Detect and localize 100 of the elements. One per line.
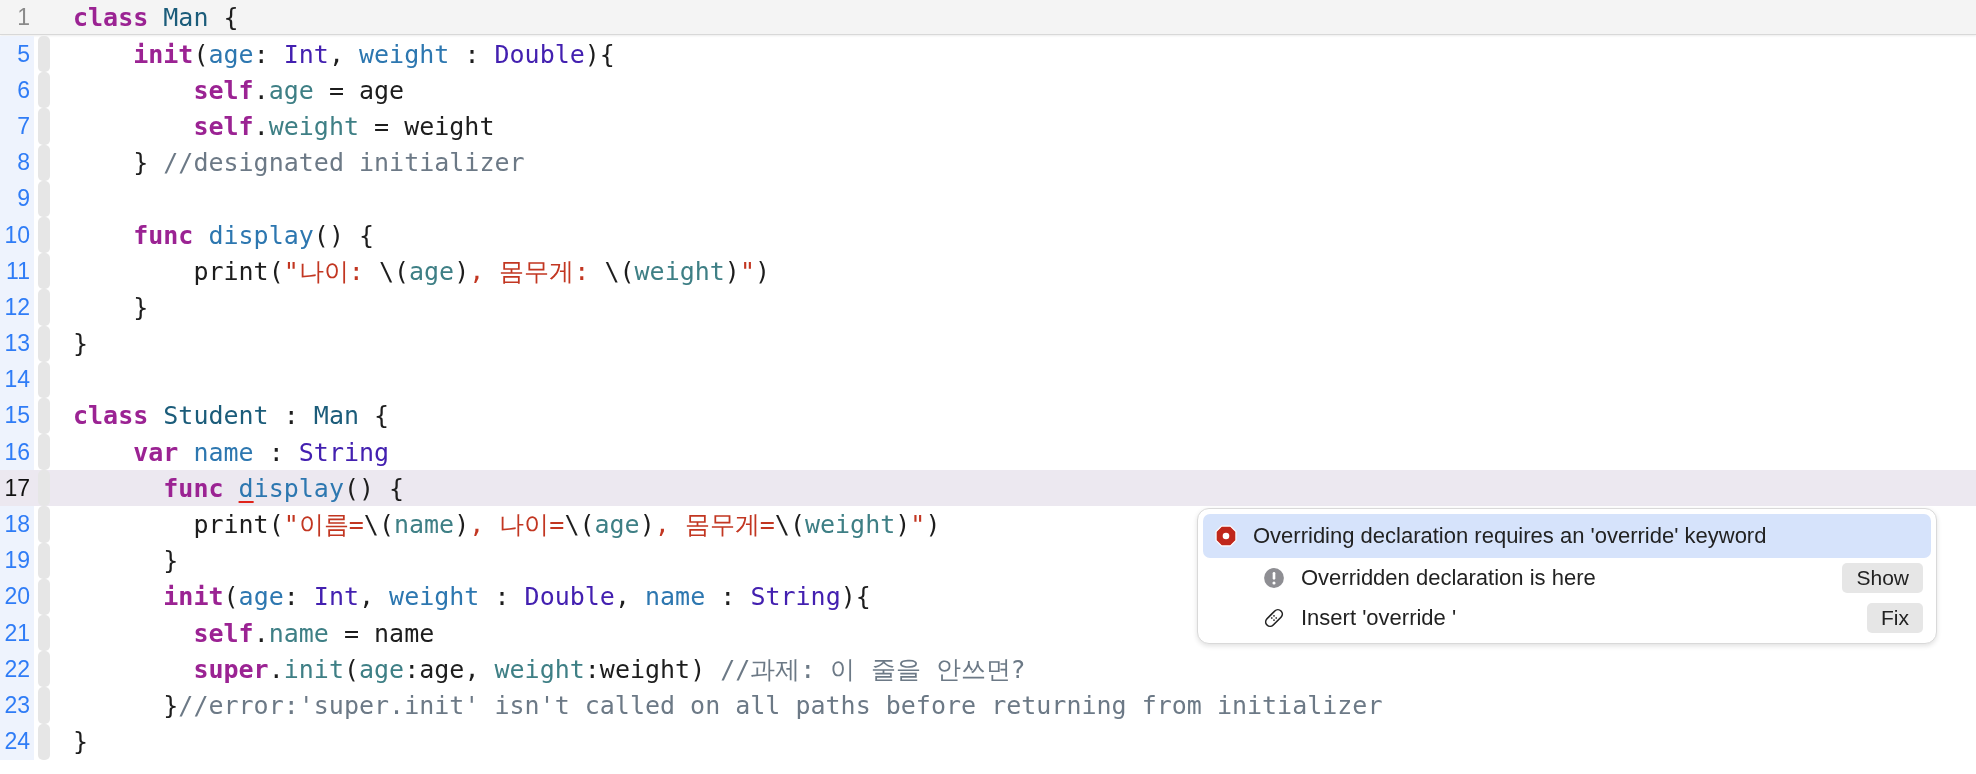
identifier: age [409, 256, 455, 286]
code-text: . [253, 618, 269, 648]
line-number: 13 [0, 325, 34, 362]
line-number: 19 [0, 542, 34, 579]
line-number: 15 [0, 397, 34, 435]
code-text: : [719, 582, 737, 612]
class-name: Man [163, 2, 209, 32]
identifier: isplay [253, 473, 344, 503]
issue-item[interactable]: Overridden declaration is here Show [1203, 558, 1931, 598]
line-number: 14 [0, 361, 34, 398]
keyword: self [192, 618, 254, 648]
type-name: Int [313, 582, 359, 612]
identifier: name [393, 510, 455, 540]
issue-item[interactable]: Insert 'override ' Fix [1203, 598, 1931, 638]
identifier: weight [494, 654, 585, 684]
identifier: init [283, 654, 344, 684]
code-comment: //과제: 이 줄을 안쓰면? [720, 654, 1026, 684]
code-text: } [73, 329, 89, 359]
identifier: name [268, 618, 329, 648]
identifier: weight [359, 39, 450, 69]
fold-ribbon [38, 36, 50, 73]
code-text: ){ [584, 39, 615, 69]
code-text: print( [192, 510, 284, 540]
line-number: 6 [0, 72, 34, 109]
type-name: Double [494, 39, 585, 69]
code-text: } [132, 148, 150, 178]
code-text: ) [925, 510, 941, 540]
fold-ribbon [38, 289, 50, 326]
line-number: 24 [0, 723, 34, 760]
code-text: } [73, 727, 89, 757]
code-text: ) [895, 510, 911, 540]
code-text: ) [454, 256, 470, 286]
fold-ribbon [38, 108, 50, 145]
line-number: 5 [0, 36, 34, 73]
code-text: : [463, 39, 481, 69]
keyword: func [132, 220, 195, 250]
identifier: weight [389, 582, 480, 612]
code-text: \( [564, 510, 595, 540]
line-number: 22 [0, 651, 34, 688]
fold-ribbon [38, 578, 50, 615]
code-text: : [283, 582, 300, 612]
code-comment: //error:'super.init' isn't called on all paths before returning from initializer [178, 690, 1383, 720]
issue-text: Overriding declaration requires an 'override' keyword [1253, 523, 1768, 549]
identifier: age [268, 75, 314, 105]
code-comment: //designated initializer [163, 148, 525, 178]
fold-ribbon [38, 180, 50, 217]
code-text: { [373, 401, 390, 431]
code-text: = weight [373, 111, 495, 141]
fold-ribbon [38, 651, 50, 688]
fold-ribbon [38, 253, 50, 290]
bandage-icon [1263, 607, 1285, 629]
fold-ribbon [38, 72, 50, 109]
fix-button[interactable]: Fix [1867, 603, 1923, 633]
code-text: = name [342, 618, 435, 648]
code-text: . [253, 75, 269, 105]
fold-ribbon [38, 434, 50, 471]
keyword: init [132, 39, 194, 69]
fold-ribbon [38, 361, 50, 398]
code-text: : [493, 582, 511, 612]
identifier: weight [634, 256, 725, 286]
identifier: name [193, 437, 254, 467]
identifier: age [208, 39, 254, 69]
code-text: ){ [840, 582, 871, 612]
keyword: init [162, 582, 224, 612]
code-text: ) [639, 510, 655, 540]
keyword: class [73, 2, 150, 32]
line-number: 10 [0, 216, 34, 254]
code-text: print( [192, 256, 284, 286]
type-name: Double [524, 582, 615, 612]
issue-item[interactable]: Overriding declaration requires an 'override' keyword [1203, 514, 1931, 558]
show-button[interactable]: Show [1842, 563, 1923, 593]
code-text: ) [754, 256, 771, 286]
code-text: ( [343, 654, 359, 684]
code-text: } [162, 690, 179, 720]
fold-ribbon [38, 687, 50, 724]
error-icon [1215, 525, 1237, 547]
code-text: { [222, 2, 239, 32]
class-name: Student [163, 401, 269, 431]
string-literal: "나이: [283, 256, 365, 286]
fold-ribbon [38, 542, 50, 579]
code-text: \( [604, 256, 635, 286]
class-name: Man [313, 401, 359, 431]
code-text: } [162, 546, 179, 576]
string-literal: , 몸무게: [469, 256, 591, 286]
line-number: 11 [0, 253, 34, 290]
string-literal: " [739, 256, 755, 286]
code-text: . [268, 654, 284, 684]
issue-text: Overridden declaration is here [1301, 565, 1597, 591]
identifier: display [208, 220, 314, 250]
code-text: , [614, 582, 631, 612]
code-text: \( [363, 510, 394, 540]
error-underlined-text: d [238, 473, 254, 503]
code-text: \( [378, 256, 409, 286]
fold-ribbon [38, 506, 50, 543]
fold-ribbon [38, 325, 50, 362]
line-number: 8 [0, 144, 34, 181]
string-literal: , 몸무게= [654, 510, 775, 540]
code-text: : [282, 401, 300, 431]
keyword: self [192, 111, 254, 141]
code-text: ) [724, 256, 740, 286]
